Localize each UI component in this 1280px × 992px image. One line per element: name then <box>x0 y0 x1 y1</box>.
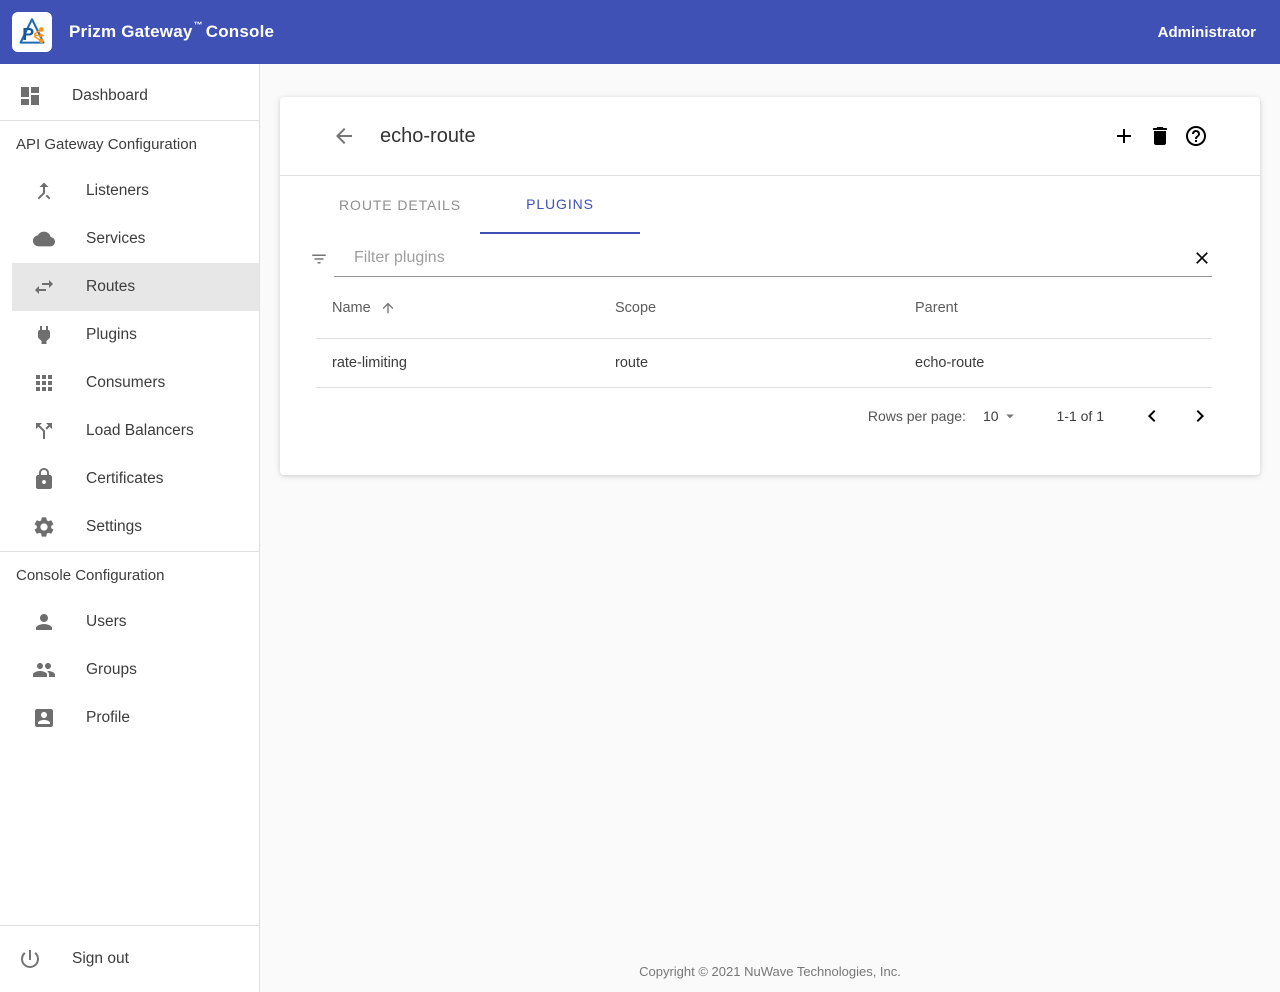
app-title-product: Console <box>206 22 274 42</box>
gear-icon <box>32 515 56 539</box>
apps-grid-icon <box>32 371 56 395</box>
filter-field <box>334 244 1212 277</box>
sign-out-label: Sign out <box>72 950 129 968</box>
cloud-icon <box>32 227 56 251</box>
sort-ascending-icon <box>380 300 396 316</box>
person-icon <box>32 610 56 634</box>
sidebar-item-services[interactable]: Services <box>0 215 259 263</box>
column-header-name[interactable]: Name <box>316 300 615 316</box>
dashboard-icon <box>18 84 42 108</box>
column-header-scope[interactable]: Scope <box>615 300 915 316</box>
table-row[interactable]: rate-limiting route echo-route <box>316 339 1212 388</box>
lock-icon <box>32 467 56 491</box>
sidebar-item-label: Listeners <box>86 182 149 200</box>
contact-card-icon <box>32 706 56 730</box>
swap-arrows-icon <box>32 275 56 299</box>
filter-icon <box>310 250 328 268</box>
sidebar-section-api-gateway: API Gateway Configuration <box>0 121 259 167</box>
page-title: echo-route <box>380 125 476 148</box>
tab-bar: ROUTE DETAILS PLUGINS <box>280 176 1260 234</box>
help-button[interactable] <box>1184 124 1208 148</box>
current-user-label: Administrator <box>1158 24 1256 41</box>
table-header-row: Name Scope Parent <box>316 277 1212 339</box>
card-header: echo-route <box>280 97 1260 176</box>
sidebar-item-label: Plugins <box>86 326 137 344</box>
route-card: echo-route ROUTE DETAILS PLUGINS <box>280 97 1260 475</box>
plug-icon <box>32 323 56 347</box>
sidebar-item-load-balancers[interactable]: Load Balancers <box>0 407 259 455</box>
call-split-icon <box>32 419 56 443</box>
sidebar-item-plugins[interactable]: Plugins <box>0 311 259 359</box>
add-button[interactable] <box>1112 124 1136 148</box>
sidebar-item-consumers[interactable]: Consumers <box>0 359 259 407</box>
sidebar-item-label: Services <box>86 230 145 248</box>
sidebar-item-label: Routes <box>86 278 135 296</box>
cell-scope: route <box>615 355 915 371</box>
column-header-parent[interactable]: Parent <box>915 300 1212 316</box>
sidebar-item-certificates[interactable]: Certificates <box>0 455 259 503</box>
rows-per-page-label: Rows per page: <box>868 408 966 424</box>
sidebar-item-label: Users <box>86 613 126 631</box>
clear-filter-button[interactable] <box>1192 248 1212 268</box>
sidebar-item-settings[interactable]: Settings <box>0 503 259 551</box>
app-header: P Prizm Gateway ™ Console Administrator <box>0 0 1280 64</box>
tab-route-details[interactable]: ROUTE DETAILS <box>320 176 480 234</box>
pagination: Rows per page: 10 1-1 of 1 <box>280 388 1212 444</box>
sidebar-item-listeners[interactable]: Listeners <box>0 167 259 215</box>
sidebar: Dashboard API Gateway Configuration List… <box>0 64 260 992</box>
sidebar-item-label: Certificates <box>86 470 164 488</box>
sidebar-section-console: Console Configuration <box>0 552 259 598</box>
prizm-logo-icon: P <box>15 15 49 49</box>
copyright-footer: Copyright © 2021 NuWave Technologies, In… <box>260 964 1280 979</box>
filter-row <box>310 244 1212 277</box>
sidebar-item-routes[interactable]: Routes <box>0 263 259 311</box>
people-icon <box>32 658 56 682</box>
app-title: Prizm Gateway ™ Console <box>69 22 274 42</box>
sidebar-item-profile[interactable]: Profile <box>0 694 259 742</box>
next-page-button[interactable] <box>1188 404 1212 428</box>
sidebar-item-label: Dashboard <box>72 87 148 105</box>
app-title-brand: Prizm Gateway <box>69 22 193 42</box>
plugins-table: Name Scope Parent rate-limiting route ec… <box>316 277 1212 388</box>
sidebar-item-label: Consumers <box>86 374 165 392</box>
sidebar-item-label: Groups <box>86 661 137 679</box>
back-arrow-button[interactable] <box>332 124 356 148</box>
filter-plugins-input[interactable] <box>334 249 1192 267</box>
sidebar-item-groups[interactable]: Groups <box>0 646 259 694</box>
sidebar-item-users[interactable]: Users <box>0 598 259 646</box>
power-icon <box>18 947 42 971</box>
svg-text:P: P <box>22 24 34 44</box>
tab-plugins[interactable]: PLUGINS <box>480 176 640 234</box>
rows-per-page-select[interactable]: 10 <box>983 407 1019 425</box>
sidebar-item-dashboard[interactable]: Dashboard <box>0 72 259 120</box>
sidebar-item-label: Profile <box>86 709 130 727</box>
sidebar-item-label: Settings <box>86 518 142 536</box>
trademark-symbol: ™ <box>194 20 203 30</box>
main-content: echo-route ROUTE DETAILS PLUGINS <box>260 64 1280 992</box>
merge-arrows-icon <box>32 179 56 203</box>
cell-parent: echo-route <box>915 355 1212 371</box>
prizm-logo: P <box>12 12 52 52</box>
sign-out-button[interactable]: Sign out <box>0 925 259 992</box>
dropdown-caret-icon <box>1001 407 1019 425</box>
page-range-label: 1-1 of 1 <box>1057 408 1104 424</box>
previous-page-button[interactable] <box>1140 404 1164 428</box>
sidebar-item-label: Load Balancers <box>86 422 194 440</box>
card-actions <box>1112 124 1208 148</box>
cell-name: rate-limiting <box>316 355 615 371</box>
delete-button[interactable] <box>1148 124 1172 148</box>
